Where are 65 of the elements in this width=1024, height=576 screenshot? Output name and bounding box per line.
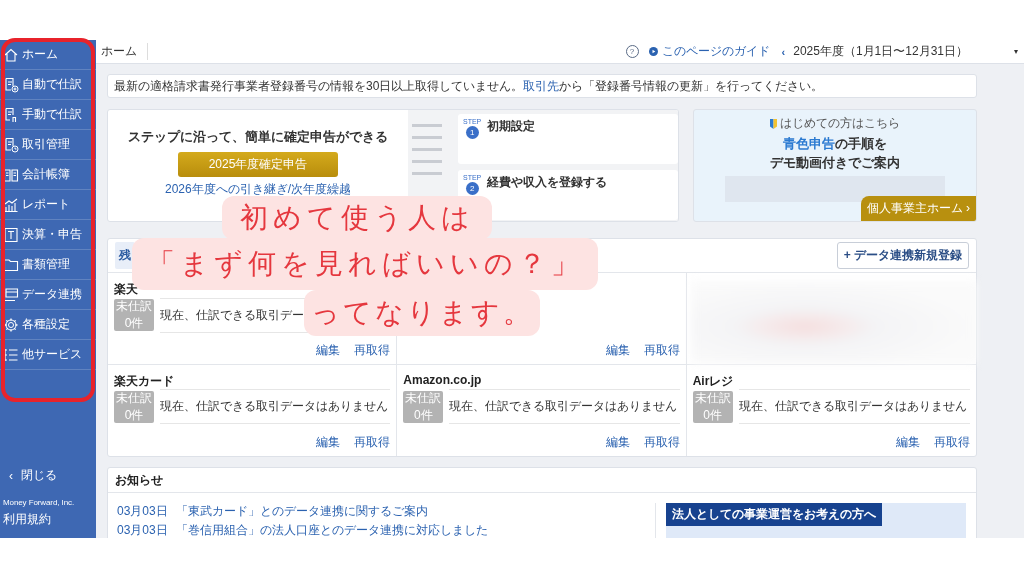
- unjournaled-badge: 未仕訳 0件: [114, 390, 154, 423]
- placeholder-line: [412, 160, 442, 163]
- document-plus-icon: [3, 76, 19, 93]
- news-title: お知らせ: [115, 471, 163, 489]
- refetch-link[interactable]: 再取得: [354, 434, 391, 451]
- banner-headline: 青色申告の手順を: [783, 135, 887, 153]
- panel-icon: [3, 226, 19, 243]
- news-item[interactable]: 03月03日 「東武カード」とのデータ連携に関するご案内: [117, 503, 655, 520]
- document-clock-icon: [3, 136, 19, 153]
- news-item[interactable]: 03月03日 「巻信用組合」の法人口座とのデータ連携に対応しました: [117, 522, 655, 538]
- empty-message: 現在、仕訳できる取引データはありません: [160, 389, 391, 424]
- balance-tab[interactable]: 残: [115, 242, 135, 269]
- unjournaled-badge: 未仕訳 0件: [403, 390, 444, 423]
- previous-period-button[interactable]: ‹: [781, 45, 786, 58]
- home-icon: [3, 46, 19, 63]
- bookmark-icon: [770, 118, 777, 129]
- fiscal-period: 2025年度（1月1日〜12月31日）: [793, 43, 968, 60]
- annotation-callout: ってなります。: [304, 290, 540, 336]
- cards-icon: [3, 286, 19, 303]
- edit-link[interactable]: 編集: [316, 341, 341, 359]
- gear-icon: [3, 316, 19, 333]
- footer-link[interactable]: 利用規約: [0, 511, 96, 532]
- step-number: 2: [465, 182, 479, 195]
- bar-chart-icon: [3, 196, 19, 213]
- folder-icon: [3, 256, 19, 273]
- account-name: Airレジ: [692, 372, 735, 386]
- document-hand-icon: [3, 106, 19, 123]
- add-data-link-button[interactable]: + データ連携新規登録: [836, 242, 969, 269]
- company-name: Money Forward, Inc.: [2, 498, 75, 509]
- unjournaled-badge: 未仕訳 0件: [692, 390, 733, 423]
- breadcrumb[interactable]: ホーム: [101, 43, 148, 60]
- step-title: 経費や収入を登録する: [487, 174, 608, 191]
- banner-eyebrow: はじめての方はこちら: [780, 115, 900, 132]
- promo-heading: ステップに沿って、簡単に確定申告ができる: [128, 128, 388, 146]
- list-icon: [3, 346, 19, 363]
- close-sidebar-button[interactable]: ‹ 閉じる: [0, 467, 96, 498]
- edit-link[interactable]: 編集: [896, 434, 920, 451]
- banner-subline: デモ動画付きでご案内: [770, 154, 900, 172]
- unjournaled-badge: 未仕訳 0件: [114, 299, 154, 331]
- account-name: 楽天カード: [114, 372, 175, 386]
- guide-link[interactable]: このページのガイド: [648, 43, 770, 60]
- edit-link[interactable]: 編集: [605, 341, 630, 359]
- dropdown-caret[interactable]: ▾: [1014, 47, 1018, 56]
- carry-over-link[interactable]: 2026年度への引き継ぎ/次年度繰越: [165, 181, 351, 198]
- account-name: Amazon.co.jp: [403, 372, 483, 386]
- play-icon: [648, 47, 658, 56]
- step-title: 初期設定: [487, 118, 536, 135]
- edit-link[interactable]: 編集: [605, 434, 630, 451]
- empty-message: 現在、仕訳できる取引データはありません: [738, 389, 970, 424]
- book-icon: [3, 166, 19, 183]
- placeholder-line: [412, 172, 442, 175]
- refetch-link[interactable]: 再取得: [643, 341, 680, 359]
- refetch-link[interactable]: 再取得: [354, 341, 391, 359]
- refetch-link[interactable]: 再取得: [934, 434, 970, 451]
- annotation-callout: 初めて使う人は: [222, 196, 492, 240]
- placeholder-line: [412, 136, 442, 139]
- notice-message: 最新の適格請求書発行事業者登録番号の情報を30日以上取得していません。取引先から「登録番号情報の更新」を行ってください。: [107, 74, 977, 98]
- placeholder-line: [412, 124, 442, 127]
- refetch-link[interactable]: 再取得: [643, 434, 680, 451]
- corporate-banner-label: 法人としての事業運営をお考えの方へ: [666, 503, 882, 526]
- empty-message: 現在、仕訳できる取引データはありません: [449, 389, 680, 424]
- edit-link[interactable]: 編集: [316, 434, 341, 451]
- client-link[interactable]: 取引先: [523, 77, 560, 95]
- placeholder-line: [412, 148, 442, 151]
- step-number: 1: [465, 126, 479, 139]
